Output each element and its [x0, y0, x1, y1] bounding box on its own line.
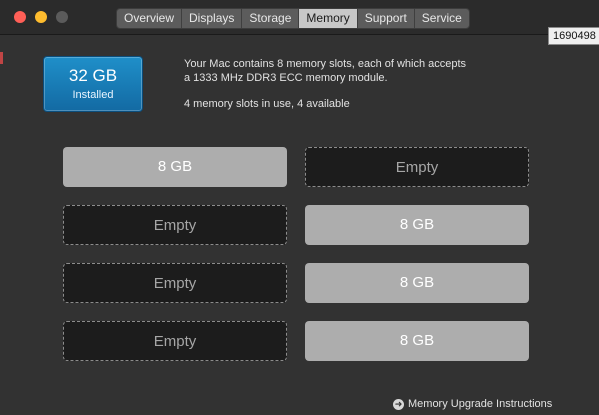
tab-bar: Overview Displays Storage Memory Support…: [116, 8, 470, 29]
tab-service[interactable]: Service: [415, 9, 469, 28]
edge-marker: [0, 52, 3, 64]
memory-slot-2: Empty: [305, 147, 529, 187]
memory-slot-8: 8 GB: [305, 321, 529, 361]
memory-upgrade-label: Memory Upgrade Instructions: [408, 398, 553, 410]
memory-slot-6: 8 GB: [305, 263, 529, 303]
tab-memory[interactable]: Memory: [299, 9, 358, 28]
memory-slot-3: Empty: [63, 205, 287, 245]
zoom-button[interactable]: [56, 11, 68, 23]
memory-slot-1: 8 GB: [63, 147, 287, 187]
close-button[interactable]: [14, 11, 26, 23]
slot-usage-text: 4 memory slots in use, 4 available: [184, 98, 350, 110]
about-this-mac-window: Overview Displays Storage Memory Support…: [0, 0, 599, 415]
memory-slot-7: Empty: [63, 321, 287, 361]
title-bar: Overview Displays Storage Memory Support…: [0, 0, 599, 35]
tooltip: 1690498: [548, 27, 599, 45]
tab-support[interactable]: Support: [358, 9, 415, 28]
arrow-right-circle-icon: ➜: [393, 398, 404, 410]
tab-storage[interactable]: Storage: [242, 9, 300, 28]
memory-upgrade-link[interactable]: ➜ Memory Upgrade Instructions: [393, 398, 552, 410]
memory-slot-4: 8 GB: [305, 205, 529, 245]
installed-memory-badge: 32 GB Installed: [43, 56, 143, 112]
installed-label: Installed: [72, 89, 114, 101]
description-line-2: a 1333 MHz DDR3 ECC memory module.: [184, 72, 388, 84]
tab-overview[interactable]: Overview: [117, 9, 183, 28]
memory-description: Your Mac contains 8 memory slots, each o…: [184, 57, 504, 85]
minimize-button[interactable]: [35, 11, 47, 23]
tab-displays[interactable]: Displays: [182, 9, 243, 28]
description-line-1: Your Mac contains 8 memory slots, each o…: [184, 58, 467, 70]
memory-slot-5: Empty: [63, 263, 287, 303]
installed-size: 32 GB: [68, 66, 118, 85]
